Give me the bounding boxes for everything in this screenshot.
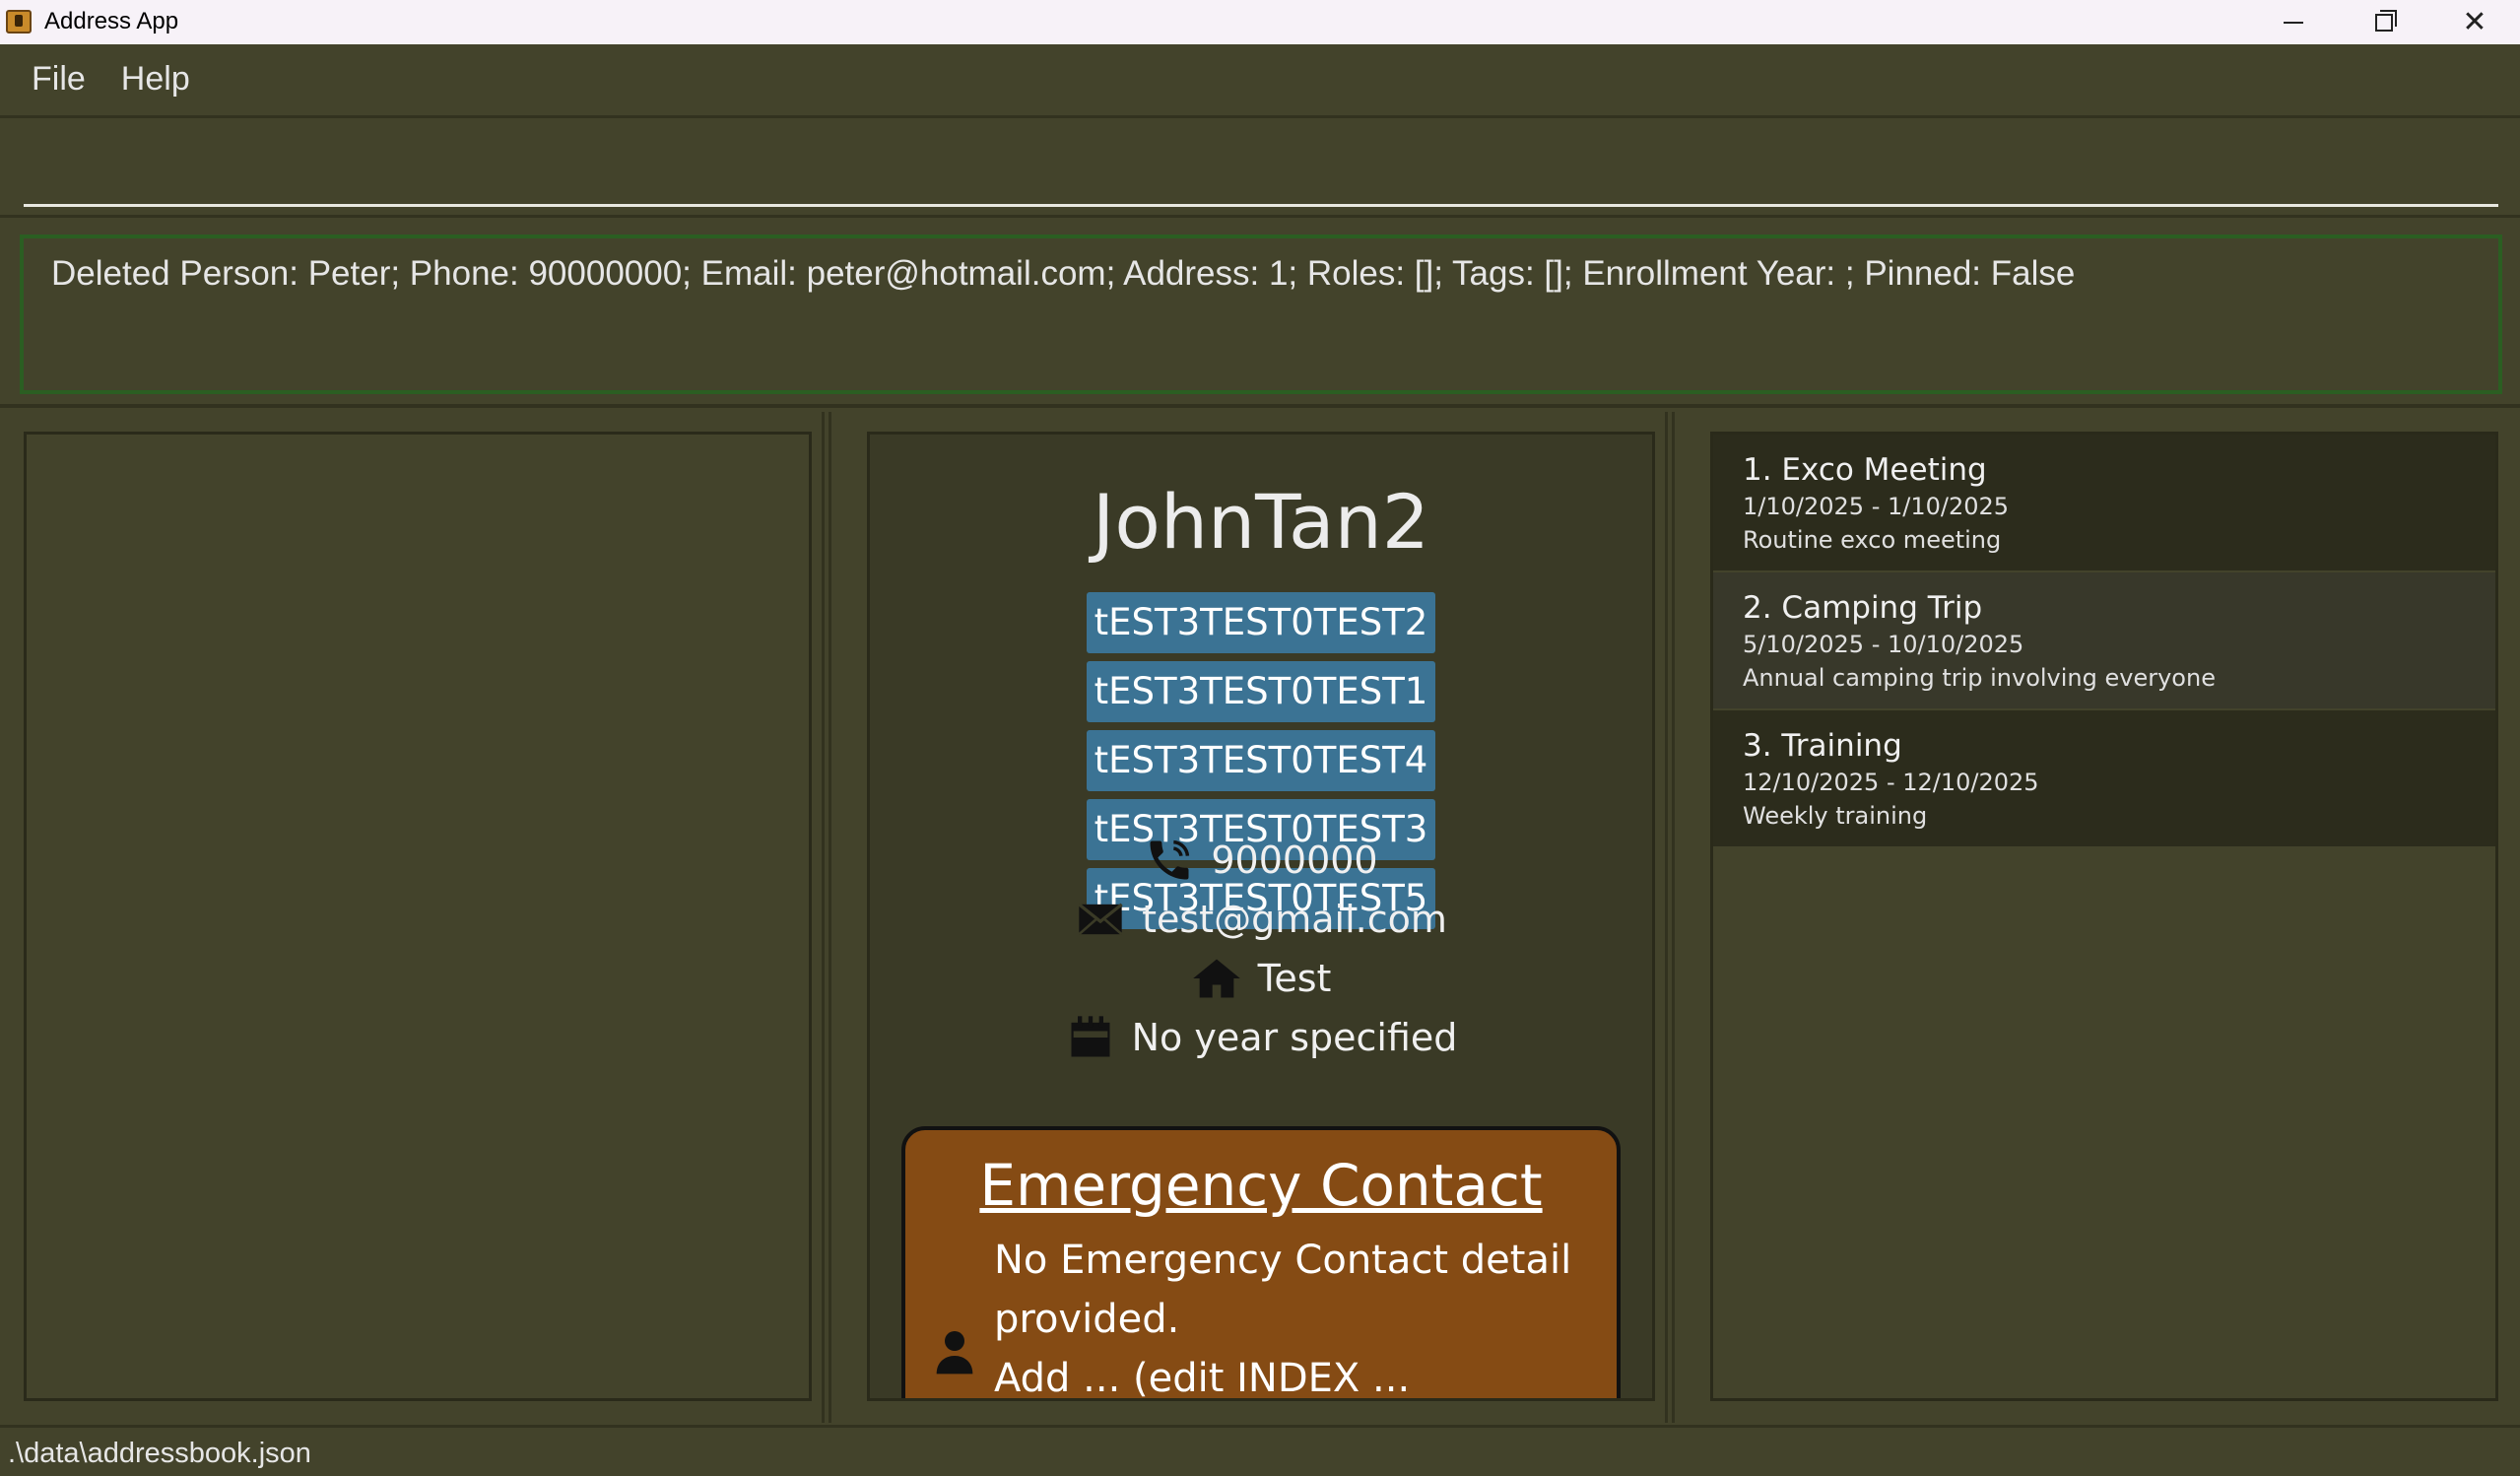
person-name: JohnTan2 — [1092, 478, 1430, 566]
save-location: .\data\addressbook.json — [8, 1438, 311, 1469]
home-icon — [1192, 959, 1240, 998]
email-row: test@gmail.com — [870, 894, 1652, 945]
restore-button[interactable] — [2339, 0, 2429, 44]
event-description: Routine exco meeting — [1743, 526, 2002, 554]
restore-icon — [2375, 9, 2397, 32]
menu-bar: File Help — [0, 44, 2520, 113]
phone-icon — [1150, 839, 1190, 880]
person-list-panel[interactable] — [24, 432, 812, 1401]
panel-divider[interactable] — [1665, 412, 1675, 1423]
emergency-contact-message: No Emergency Contact detail provided. — [994, 1238, 1572, 1342]
emergency-contact-hint: Add ... (edit INDEX ... — [994, 1356, 1411, 1401]
status-bar: .\data\addressbook.json — [0, 1425, 2520, 1476]
tag: tEST3TEST0TEST4 — [1086, 730, 1436, 791]
result-display: Deleted Person: Peter; Phone: 90000000; … — [0, 223, 2520, 408]
event-card[interactable]: 3. Training 12/10/2025 - 12/10/2025 Week… — [1713, 710, 2495, 846]
tag: tEST3TEST0TEST2 — [1086, 592, 1436, 653]
email-icon — [1078, 903, 1123, 936]
menu-help[interactable]: Help — [121, 60, 190, 99]
person-icon — [936, 1331, 973, 1375]
close-icon: ✕ — [2462, 5, 2487, 39]
event-title: 3. Training — [1743, 728, 1902, 764]
menu-file[interactable]: File — [32, 60, 86, 99]
command-input[interactable] — [24, 138, 2498, 207]
event-card[interactable]: 2. Camping Trip 5/10/2025 - 10/10/2025 A… — [1713, 572, 2495, 708]
event-date: 12/10/2025 - 12/10/2025 — [1743, 769, 2039, 796]
emergency-contact-title: Emergency Contact — [979, 1152, 1543, 1219]
result-message: Deleted Person: Peter; Phone: 90000000; … — [51, 254, 2076, 293]
event-date: 5/10/2025 - 10/10/2025 — [1743, 631, 2024, 658]
event-list-panel[interactable]: 1. Exco Meeting 1/10/2025 - 1/10/2025 Ro… — [1710, 432, 2498, 1401]
calendar-icon — [1071, 1016, 1110, 1057]
title-bar: Address App ✕ — [0, 0, 2520, 44]
phone-value: 9000000 — [1211, 839, 1378, 882]
event-title: 1. Exco Meeting — [1743, 452, 1987, 488]
year-row: No year specified — [870, 1012, 1652, 1063]
command-box — [0, 115, 2520, 218]
close-button[interactable]: ✕ — [2429, 0, 2520, 44]
minimize-icon — [2284, 21, 2303, 24]
event-description: Weekly training — [1743, 802, 1928, 830]
email-value: test@gmail.com — [1142, 898, 1447, 941]
phone-row: 9000000 — [870, 835, 1652, 886]
minimize-button[interactable] — [2248, 0, 2339, 44]
app-icon — [6, 10, 32, 34]
emergency-contact-text: No Emergency Contact detail provided. Ad… — [994, 1231, 1585, 1401]
tag: tEST3TEST0TEST1 — [1086, 661, 1436, 722]
event-date: 1/10/2025 - 1/10/2025 — [1743, 493, 2010, 520]
address-value: Test — [1257, 957, 1332, 1000]
panel-divider[interactable] — [822, 412, 831, 1423]
event-description: Annual camping trip involving everyone — [1743, 664, 2216, 692]
year-value: No year specified — [1131, 1016, 1458, 1059]
window-title: Address App — [44, 8, 179, 34]
person-detail-panel[interactable]: JohnTan2 tEST3TEST0TEST2 tEST3TEST0TEST1… — [867, 432, 1655, 1401]
event-card[interactable]: 1. Exco Meeting 1/10/2025 - 1/10/2025 Ro… — [1713, 435, 2495, 570]
result-text-area[interactable]: Deleted Person: Peter; Phone: 90000000; … — [20, 235, 2502, 394]
address-row: Test — [870, 953, 1652, 1004]
emergency-contact-card: Emergency Contact No Emergency Contact d… — [901, 1126, 1621, 1401]
event-title: 2. Camping Trip — [1743, 590, 1983, 626]
